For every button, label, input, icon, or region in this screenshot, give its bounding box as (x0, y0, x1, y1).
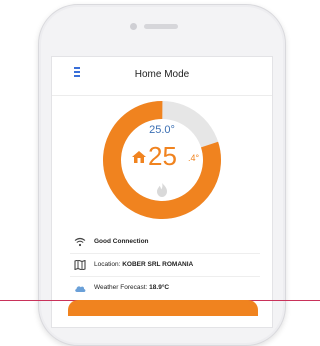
phone-camera (130, 23, 137, 30)
status-row-connection: Good Connection (70, 231, 260, 254)
status-label: Location: KOBER SRL ROMANIA (94, 261, 194, 268)
bottom-action-button[interactable] (68, 300, 258, 316)
status-row-location: Location: KOBER SRL ROMANIA (70, 254, 260, 277)
page-title: Home Mode (134, 69, 190, 80)
status-label: Good Connection (94, 238, 149, 245)
wifi-icon (74, 237, 86, 247)
map-icon (74, 260, 86, 270)
top-bar: Home Mode (52, 57, 272, 96)
current-temp-value: 25 (148, 141, 177, 171)
app-screen: Home Mode 25.0° 25 .4° Good Connection L… (51, 56, 273, 328)
cloud-icon (75, 286, 86, 292)
flame-icon (157, 183, 167, 197)
home-icon (132, 151, 146, 163)
current-temp-decimal: .4° (188, 153, 200, 163)
set-temperature: 25.0° (149, 124, 175, 136)
status-label: Weather Forecast: 18.9°C (94, 284, 170, 291)
status-row-weather: Weather Forecast: 18.9°C (70, 277, 260, 299)
current-temperature: 25 .4° (132, 141, 202, 171)
phone-speaker (144, 24, 178, 29)
